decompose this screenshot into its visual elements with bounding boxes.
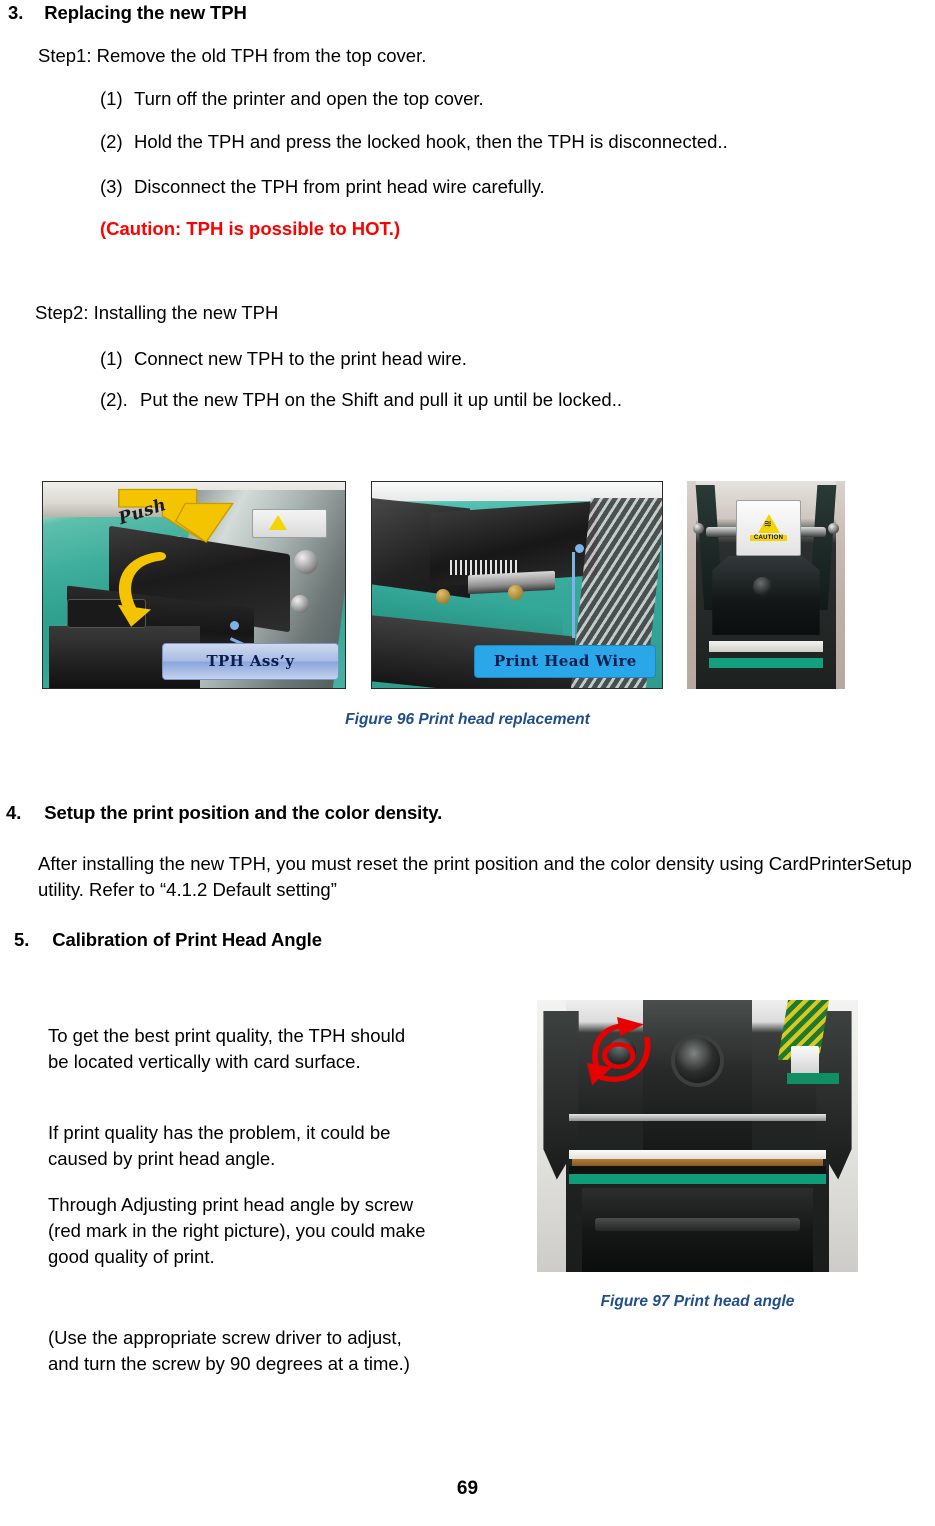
hot-surface-triangle-icon <box>757 514 780 534</box>
step2-item-1-marker: (1) <box>100 348 123 369</box>
pivot-knob <box>293 549 318 575</box>
callout-leader-dot <box>574 543 584 553</box>
step1-item-2: (2) Hold the TPH and press the locked hoo… <box>100 131 728 153</box>
head-copper-strip <box>572 1159 823 1166</box>
document-page: 3. Replacing the new TPH Step1: Remove t… <box>0 0 935 1526</box>
red-rotation-mark-svg <box>586 1016 651 1085</box>
head-carrier <box>712 555 820 635</box>
step1-item-1: (1) Turn off the printer and open the top… <box>100 88 484 110</box>
step2-item-1: (1) Connect new TPH to the print head wir… <box>100 348 467 370</box>
head-white-strip <box>709 641 823 652</box>
step2-label: Step2: Installing the new TPH <box>35 302 279 323</box>
step1-label: Step1: Remove the old TPH from the top c… <box>38 45 427 66</box>
caution-sticker-label: CAUTION <box>749 535 788 542</box>
step1-item-3-text: Disconnect the TPH from print head wire … <box>134 176 545 197</box>
brass-screw-right <box>508 585 523 600</box>
section-3-heading: 3. Replacing the new TPH <box>8 2 247 24</box>
figure-96-caption: Figure 96 Print head replacement <box>345 711 590 728</box>
head-green-strip <box>569 1174 826 1184</box>
head-green-strip <box>709 657 823 669</box>
white-connector <box>790 1046 820 1077</box>
step2-item-2-marker: (2). <box>100 389 128 410</box>
section-4-number: 4. <box>6 802 22 823</box>
section-5-heading: 5. Calibration of Print Head Angle <box>14 929 322 951</box>
print-head-angle-photo <box>537 1000 858 1272</box>
head-white-strip <box>569 1149 826 1160</box>
section-5-paragraph-4: (Use the appropriate screw driver to adj… <box>48 1327 410 1374</box>
section-4-title: Setup the print position and the color d… <box>44 802 443 823</box>
step1-item-1-text: Turn off the printer and open the top co… <box>134 88 484 109</box>
section-3-number: 3. <box>8 2 24 23</box>
step1-item-3: (3) Disconnect the TPH from print head wi… <box>100 176 545 198</box>
section-5-title: Calibration of Print Head Angle <box>52 929 322 950</box>
step1-item-2-text: Hold the TPH and press the locked hook, … <box>134 131 728 152</box>
caution-sticker: CAUTION <box>735 499 802 556</box>
section-4-heading: 4. Setup the print position and the colo… <box>6 802 442 824</box>
tph-assembly-callout: TPH Ass’y <box>161 642 339 680</box>
section-4-body: After installing the new TPH, you must r… <box>38 853 912 900</box>
rotate-arrow-icon <box>109 550 175 628</box>
brass-screw-left <box>435 589 451 604</box>
step1-item-1-marker: (1) <box>100 88 123 109</box>
head-black-strip <box>569 1165 826 1175</box>
section-5-paragraph-1: To get the best print quality, the TPH s… <box>48 1025 406 1072</box>
hot-warning-sticker <box>252 508 327 538</box>
green-pcb <box>787 1073 839 1085</box>
print-head-wire-photo: Print Head Wire <box>371 481 663 689</box>
page-number: 69 <box>456 1478 479 1499</box>
step1-item-3-marker: (3) <box>100 176 123 197</box>
step2-item-2-text: Put the new TPH on the Shift and pull it… <box>140 389 622 410</box>
push-arrow-icon: Push <box>115 486 248 556</box>
pivot-pin-right <box>827 522 839 534</box>
figure-97-caption: Figure 97 Print head angle <box>600 1293 795 1310</box>
cross-shaft <box>569 1114 826 1122</box>
center-bore <box>753 576 773 596</box>
callout-leader-line <box>572 552 575 639</box>
step2-item-2: (2). Put the new TPH on the Shift and pul… <box>100 389 622 411</box>
rotate-arrow-svg <box>118 551 167 627</box>
section-5-paragraph-2: If print quality has the problem, it cou… <box>48 1122 391 1169</box>
caution-note: (Caution: TPH is possible to HOT.) <box>100 218 401 239</box>
section-3-title: Replacing the new TPH <box>44 2 247 23</box>
tph-caution-label-photo: CAUTION <box>687 481 845 689</box>
step1-item-2-marker: (2) <box>100 131 123 152</box>
step2-item-1-text: Connect new TPH to the print head wire. <box>134 348 467 369</box>
section-5-paragraph-3: Through Adjusting print head angle by sc… <box>48 1194 426 1267</box>
tph-assembly-photo: Push TPH Ass’y <box>42 481 346 689</box>
print-head-wire-callout: Print Head Wire <box>474 644 657 678</box>
center-bore <box>675 1038 720 1084</box>
section-5-number: 5. <box>14 929 30 950</box>
red-rotation-mark-icon <box>582 1014 665 1096</box>
platen-roller <box>594 1217 801 1232</box>
pivot-pin-left <box>693 522 705 534</box>
